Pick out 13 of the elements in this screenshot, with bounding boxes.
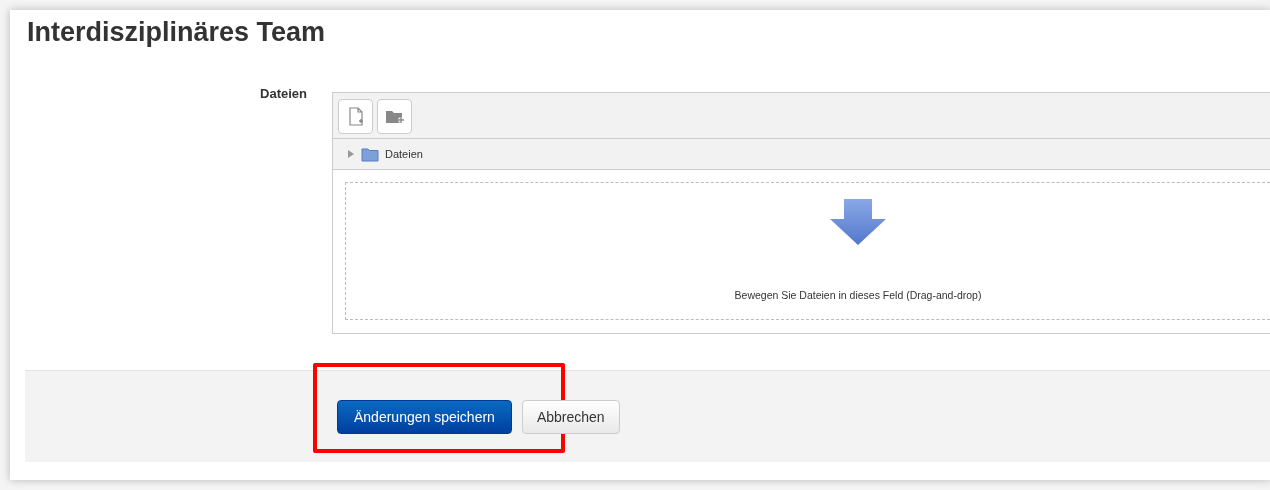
new-file-icon xyxy=(346,106,365,127)
folder-icon xyxy=(361,146,379,162)
down-arrow-icon xyxy=(828,197,888,247)
drop-zone[interactable]: Bewegen Sie Dateien in dieses Feld (Drag-and-drop) xyxy=(345,182,1270,320)
add-file-button[interactable] xyxy=(338,99,373,134)
field-label: Dateien xyxy=(260,86,307,101)
create-folder-button[interactable] xyxy=(377,99,412,134)
page-title: Interdisziplinäres Team xyxy=(26,16,327,49)
cancel-button[interactable]: Abbrechen xyxy=(521,399,620,434)
save-button[interactable]: Änderungen speichern xyxy=(337,399,512,434)
drop-hint: Bewegen Sie Dateien in dieses Feld (Drag-and-drop) xyxy=(734,289,982,301)
folder-name[interactable]: Dateien xyxy=(385,148,423,160)
expand-arrow-icon[interactable] xyxy=(347,149,355,159)
